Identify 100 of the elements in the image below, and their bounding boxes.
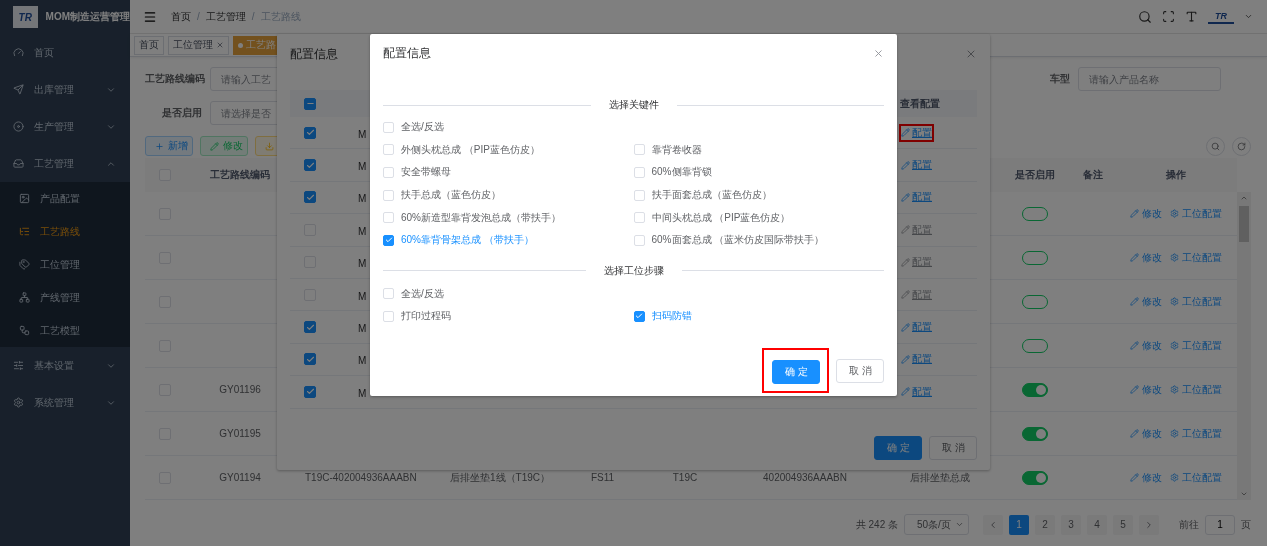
station-config-link[interactable]: 工位配置 xyxy=(1170,382,1222,397)
caret-icon[interactable] xyxy=(1244,12,1253,21)
config-link[interactable]: 配置 xyxy=(901,125,932,140)
search-icon[interactable] xyxy=(1138,9,1152,24)
checkbox[interactable] xyxy=(304,191,316,204)
edit-link[interactable]: 修改 xyxy=(1130,250,1162,265)
option[interactable]: 扫码防错 xyxy=(633,309,884,324)
checkbox[interactable] xyxy=(633,310,645,322)
option[interactable]: 靠背卷收器 xyxy=(633,142,884,157)
config-link[interactable]: 配置 xyxy=(901,320,932,335)
goto-label: 前往 xyxy=(1179,517,1199,532)
confirm-button[interactable]: 确定 xyxy=(874,436,922,460)
scrollbar-thumb[interactable] xyxy=(1239,206,1249,242)
table-cell: M xyxy=(358,258,367,270)
search-button[interactable] xyxy=(1206,136,1225,156)
config-link[interactable]: 配置 xyxy=(901,384,932,399)
scroll-up-icon[interactable] xyxy=(1240,194,1248,202)
toggle-switch[interactable] xyxy=(1022,294,1048,309)
dashboard-icon xyxy=(13,47,24,58)
pencil-icon xyxy=(901,322,910,332)
checkbox[interactable] xyxy=(304,321,316,334)
config-link[interactable]: 配置 xyxy=(901,352,932,367)
scroll-down-icon[interactable] xyxy=(1240,490,1248,498)
tag-icon xyxy=(19,259,30,270)
confirm-button[interactable]: 确定 xyxy=(772,360,820,384)
option[interactable]: 扶手总成（蓝色仿皮） xyxy=(383,188,634,203)
page-input[interactable]: 1 xyxy=(1205,514,1235,535)
station-config-link[interactable]: 工位配置 xyxy=(1170,338,1222,353)
breadcrumb-item[interactable]: 工艺管理 xyxy=(205,9,246,24)
close-icon[interactable] xyxy=(873,47,884,59)
add-button[interactable]: 新增 xyxy=(145,136,193,156)
station-config-link[interactable]: 工位配置 xyxy=(1170,206,1222,221)
settings-icon xyxy=(13,397,24,408)
station-config-link[interactable]: 工位配置 xyxy=(1170,470,1222,485)
station-config-link[interactable]: 工位配置 xyxy=(1170,426,1222,441)
submenu-item[interactable]: 工位管理 xyxy=(0,248,130,281)
submenu-item[interactable]: 工艺路线 xyxy=(0,215,130,248)
close-icon[interactable] xyxy=(216,41,224,49)
page-button[interactable]: 5 xyxy=(1113,514,1133,535)
edit-link[interactable]: 修改 xyxy=(1130,382,1162,397)
avatar-logo[interactable]: TR xyxy=(1208,9,1234,24)
option[interactable]: 60%侧靠背锁 xyxy=(633,165,884,180)
cancel-button[interactable]: 取消 xyxy=(836,358,884,383)
edit-link[interactable]: 修改 xyxy=(1130,206,1162,221)
toggle-switch[interactable] xyxy=(1022,250,1048,265)
edit-link[interactable]: 修改 xyxy=(1130,470,1162,485)
page-button[interactable]: 4 xyxy=(1087,514,1107,535)
option[interactable]: 60%靠背骨架总成 （带扶手） xyxy=(383,233,634,248)
tab-tag[interactable]: 工位管理 xyxy=(168,35,229,55)
option[interactable]: 中间头枕总成 （PIP蓝色仿皮） xyxy=(633,210,884,225)
option[interactable]: 60%新造型靠背发泡总成（带扶手） xyxy=(383,210,634,225)
fullscreen-icon[interactable] xyxy=(1162,10,1175,23)
edit-link[interactable]: 修改 xyxy=(1130,294,1162,309)
edit-link[interactable]: 修改 xyxy=(1130,338,1162,353)
toggle-switch[interactable] xyxy=(1022,338,1048,353)
table-cell: M xyxy=(358,387,367,399)
toggle-switch[interactable] xyxy=(1022,470,1048,485)
option[interactable]: 扶手面套总成（蓝色仿皮） xyxy=(633,188,884,203)
station-config-link[interactable]: 工位配置 xyxy=(1170,250,1222,265)
breadcrumb-item[interactable]: 首页 xyxy=(171,9,191,24)
checkbox[interactable] xyxy=(304,385,316,398)
refresh-button[interactable] xyxy=(1232,136,1251,156)
checkbox[interactable] xyxy=(304,126,316,139)
cancel-button[interactable]: 取消 xyxy=(929,436,977,460)
page-size-select[interactable]: 50条/页 xyxy=(904,514,969,535)
checkbox[interactable] xyxy=(383,234,394,246)
table-cell: M xyxy=(358,323,367,335)
toggle-switch[interactable] xyxy=(1022,426,1048,441)
checkbox[interactable] xyxy=(304,97,316,110)
checkbox[interactable] xyxy=(304,353,316,366)
scrollbar[interactable] xyxy=(1237,192,1251,500)
page-button[interactable]: 3 xyxy=(1061,514,1081,535)
font-size-icon[interactable] xyxy=(1185,10,1198,23)
close-icon[interactable] xyxy=(965,48,977,60)
menu-icon[interactable] xyxy=(143,9,157,24)
menu-item[interactable]: 首页 xyxy=(0,34,130,71)
toggle-switch[interactable] xyxy=(1022,206,1048,221)
tab-tag[interactable]: 首页 xyxy=(134,35,164,55)
page-button[interactable]: 1 xyxy=(1009,514,1029,535)
search-icon xyxy=(1211,141,1220,151)
checkbox[interactable] xyxy=(304,159,316,172)
prev-page-button[interactable] xyxy=(983,514,1003,535)
pencil-icon xyxy=(1130,209,1139,218)
option[interactable]: 外侧头枕总成 （PIP蓝色仿皮） xyxy=(383,142,634,157)
page-button[interactable]: 2 xyxy=(1035,514,1055,535)
select-all-option[interactable]: 全选/反选 xyxy=(383,120,444,135)
submenu-item[interactable]: 产线管理 xyxy=(0,281,130,314)
option[interactable]: 安全带螺母 xyxy=(383,165,634,180)
option[interactable]: 打印过程码 xyxy=(383,309,634,324)
option[interactable]: 60%面套总成 （蓝米仿皮国际带扶手） xyxy=(633,233,884,248)
config-link[interactable]: 配置 xyxy=(901,190,932,205)
toggle-switch[interactable] xyxy=(1022,382,1048,397)
edit-button[interactable]: 修改 xyxy=(200,136,248,156)
select-all-option[interactable]: 全选/反选 xyxy=(383,286,444,301)
config-link[interactable]: 配置 xyxy=(901,158,932,173)
station-config-link[interactable]: 工位配置 xyxy=(1170,294,1222,309)
table-cell: M xyxy=(358,193,367,205)
edit-link[interactable]: 修改 xyxy=(1130,426,1162,441)
inbox-icon xyxy=(13,158,24,169)
next-page-button[interactable] xyxy=(1139,514,1159,535)
